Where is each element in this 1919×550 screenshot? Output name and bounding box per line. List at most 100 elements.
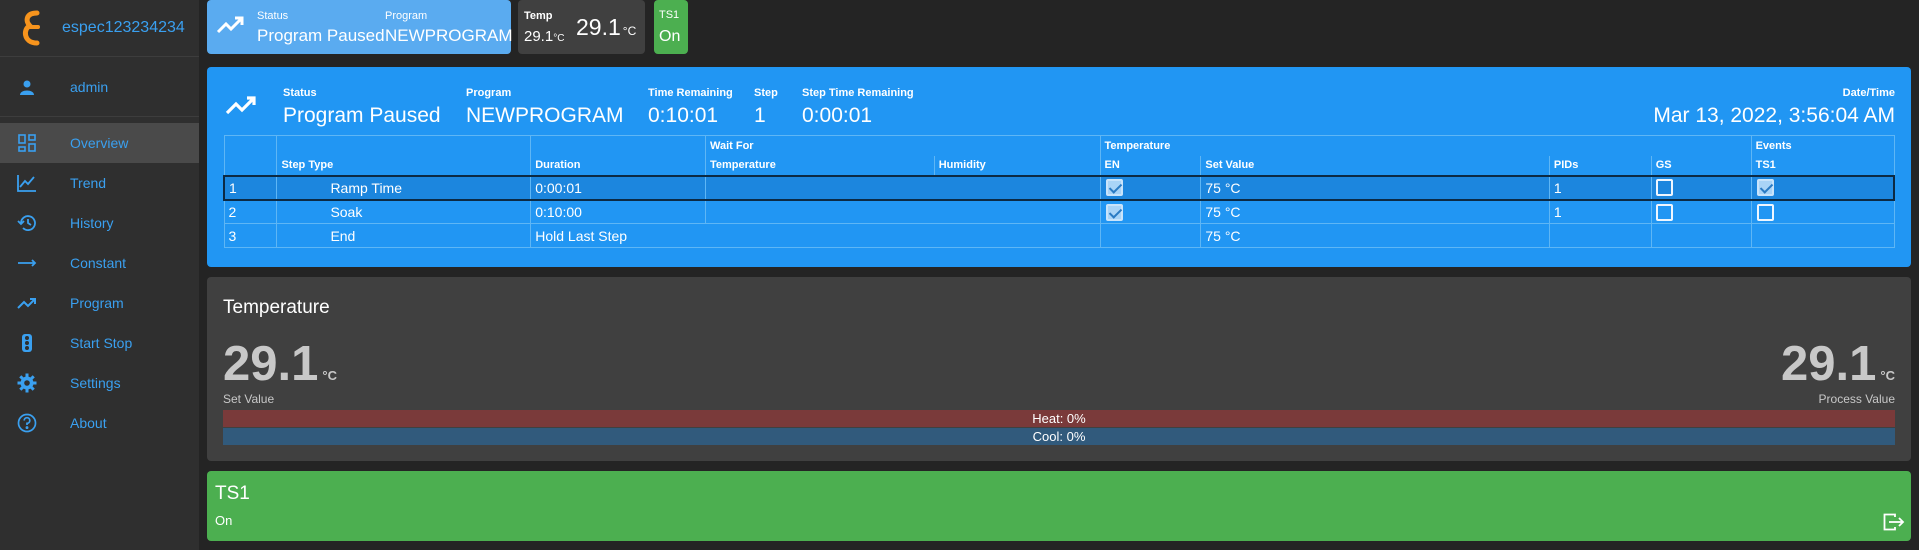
step-ts1-cell	[1750, 174, 1895, 201]
sidebar-item-label: Constant	[70, 255, 127, 271]
process-value-display: 29.1 °C	[1781, 337, 1895, 391]
gs-checkbox[interactable]	[1655, 179, 1673, 197]
sidebar-item-label: Start Stop	[70, 335, 133, 351]
datetime-value: Mar 13, 2022, 3:56:04 AM	[1653, 104, 1895, 127]
header-en: EN	[1099, 155, 1202, 176]
dashboard-icon	[0, 134, 54, 152]
step-duration: 0:00:01	[530, 174, 706, 201]
header-set-value: Set Value	[1200, 155, 1550, 176]
step-pids: 1	[1548, 174, 1652, 201]
process-value-caption: Process Value	[1818, 392, 1895, 406]
ts1-card[interactable]: TS1 On	[654, 0, 688, 54]
sidebar: espec123234234 admin Overview Trend Hist…	[0, 0, 199, 550]
sidebar-item-constant[interactable]: Constant	[0, 243, 199, 283]
status-label: Status	[257, 10, 289, 22]
step-number: 2	[223, 199, 278, 224]
sidebar-item-history[interactable]: History	[0, 203, 199, 243]
step-en-cell	[1099, 223, 1202, 248]
ts1-checkbox[interactable]	[1756, 203, 1774, 221]
header-step-type: Step Type	[276, 155, 532, 176]
sidebar-item-label: About	[70, 415, 107, 431]
arrow-right-icon	[0, 258, 54, 268]
status-label: Status	[283, 87, 317, 99]
header-temperature: Temperature	[1099, 135, 1752, 156]
temp-label: Temp	[524, 10, 553, 22]
step-pids	[1548, 223, 1652, 248]
step-set-value: 75 °C	[1200, 223, 1550, 248]
program-panel: Status Program Paused Program NEWPROGRAM…	[207, 67, 1911, 267]
status-value: Program Paused	[283, 104, 441, 127]
brand-name[interactable]: espec123234234	[62, 19, 185, 37]
temp-small-value: 29.1°C	[524, 28, 565, 45]
user-icon	[0, 79, 54, 95]
step-set-value: 75 °C	[1200, 174, 1550, 201]
ts1-checkbox[interactable]	[1756, 179, 1774, 197]
sidebar-item-about[interactable]: About	[0, 403, 199, 443]
time-remaining-value: 0:10:01	[648, 104, 719, 127]
step-set-value: 75 °C	[1200, 199, 1550, 224]
sidebar-item-start-stop[interactable]: Start Stop	[0, 323, 199, 363]
header-humidity: Humidity	[933, 155, 1101, 176]
header-duration: Duration	[530, 155, 706, 176]
header-blank	[223, 155, 278, 176]
header-events: Events	[1750, 135, 1895, 156]
step-label: Step	[754, 87, 778, 99]
sidebar-item-label: Overview	[70, 135, 129, 151]
step-time-remaining-value: 0:00:01	[802, 104, 873, 127]
time-remaining-label: Time Remaining	[648, 87, 733, 99]
line-chart-icon	[0, 174, 54, 192]
step-duration: Hold Last Step	[530, 223, 1101, 248]
program-label: Program	[385, 10, 428, 22]
status-card[interactable]: Status Program Paused Program NEWPROGRAM	[207, 0, 513, 54]
top-bar: Status Program Paused Program NEWPROGRAM…	[199, 0, 1919, 57]
table-row[interactable]: 3 End Hold Last Step 75 °C	[223, 223, 1895, 248]
header-blank	[223, 135, 278, 156]
ts1-label: TS1	[659, 9, 680, 21]
set-value-caption: Set Value	[223, 392, 275, 406]
step-value: 1	[754, 104, 766, 127]
program-steps-table: Wait For Temperature Events Step Type Du…	[223, 135, 1895, 248]
sidebar-item-program[interactable]: Program	[0, 283, 199, 323]
step-wait-for	[705, 174, 1101, 201]
step-number: 1	[223, 174, 278, 201]
en-checkbox[interactable]	[1105, 203, 1123, 221]
sidebar-item-label: History	[70, 215, 114, 231]
sidebar-item-overview[interactable]: Overview	[0, 123, 199, 163]
header-pids: PIDs	[1548, 155, 1652, 176]
user-name: admin	[70, 78, 109, 95]
gs-checkbox[interactable]	[1655, 203, 1673, 221]
history-icon	[0, 214, 54, 232]
step-en-cell	[1099, 199, 1202, 224]
sidebar-nav: Overview Trend History Constant Program	[0, 123, 199, 443]
step-gs-cell	[1650, 199, 1752, 224]
sidebar-item-label: Trend	[70, 175, 107, 191]
temperature-panel: Temperature 29.1 °C Set Value 29.1 °C Proc…	[207, 277, 1911, 461]
en-checkbox[interactable]	[1105, 179, 1123, 197]
heat-output-bar: Heat: 0%	[223, 410, 1895, 427]
exit-icon[interactable]	[1883, 513, 1905, 536]
trending-up-icon	[225, 93, 259, 122]
step-ts1-cell	[1750, 199, 1895, 224]
step-en-cell	[1099, 174, 1202, 201]
step-time-remaining-label: Step Time Remaining	[802, 87, 914, 99]
sidebar-item-label: Program	[70, 295, 124, 311]
set-value-display[interactable]: 29.1 °C	[223, 340, 337, 389]
user-menu[interactable]: admin	[0, 57, 199, 117]
datetime-label: Date/Time	[1842, 87, 1895, 99]
ts1-panel: TS1 On	[207, 471, 1911, 541]
header-wait-for: Wait For	[705, 135, 1101, 156]
step-ts1-cell	[1750, 223, 1895, 248]
table-row[interactable]: 1 Ramp Time 0:00:01 75 °C 1	[223, 174, 1895, 201]
ts1-value: On	[659, 28, 681, 45]
ts1-value: On	[215, 513, 233, 528]
step-pids: 1	[1548, 199, 1652, 224]
espec-logo-icon[interactable]	[0, 7, 62, 49]
temp-card[interactable]: Temp 29.1°C 29.1 °C	[518, 0, 645, 54]
sidebar-item-settings[interactable]: Settings	[0, 363, 199, 403]
program-value: NEWPROGRAM	[466, 104, 624, 127]
step-type: Soak	[276, 199, 532, 224]
table-row[interactable]: 2 Soak 0:10:00 75 °C 1	[223, 199, 1895, 224]
sidebar-item-trend[interactable]: Trend	[0, 163, 199, 203]
header-ts1: TS1	[1750, 155, 1895, 176]
step-wait-for	[705, 199, 1101, 224]
